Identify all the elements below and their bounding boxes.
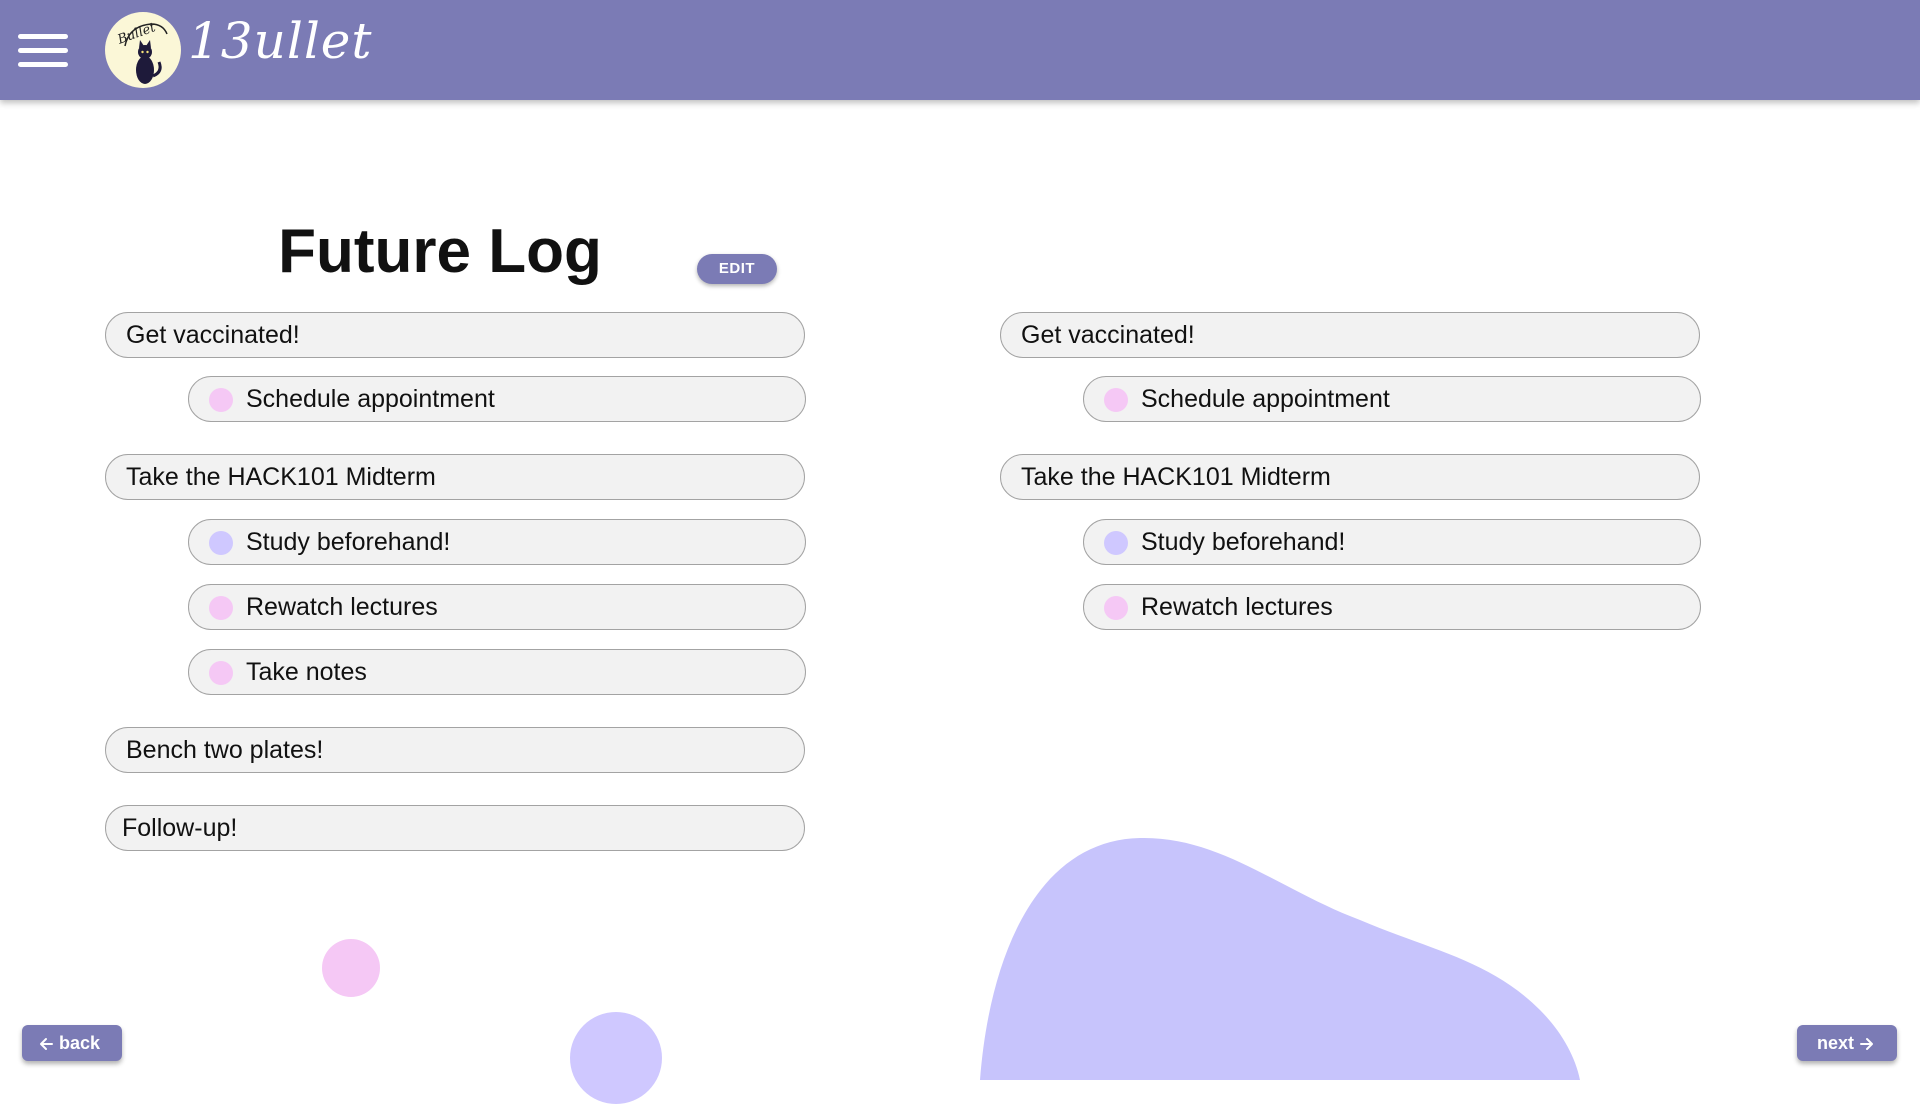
next-button[interactable]: next (1797, 1025, 1897, 1061)
bullet-dot-icon (1104, 531, 1128, 555)
task-item[interactable]: Follow-up! (105, 805, 805, 851)
subtask-item[interactable]: Rewatch lectures (188, 584, 806, 630)
back-label: back (59, 1033, 101, 1053)
subtask-item[interactable]: Rewatch lectures (1083, 584, 1701, 630)
edit-button[interactable]: EDIT (697, 254, 777, 284)
subtask-label: Schedule appointment (246, 385, 495, 413)
subtask-item[interactable]: Study beforehand! (1083, 519, 1701, 565)
page-title: Future Log (278, 217, 602, 286)
cat-logo-icon: Bullet (115, 20, 168, 84)
decorative-lavender-circle (570, 1012, 662, 1104)
subtask-label: Rewatch lectures (246, 593, 438, 621)
subtask-label: Schedule appointment (1141, 385, 1390, 413)
subtask-item[interactable]: Take notes (188, 649, 806, 695)
subtask-item[interactable]: Schedule appointment (1083, 376, 1701, 422)
brand-name: 13ullet (188, 12, 373, 70)
task-label: Follow-up! (122, 814, 238, 842)
arrow-left-icon (40, 1038, 53, 1051)
task-item[interactable]: Get vaccinated! (105, 312, 805, 358)
subtask-item[interactable]: Schedule appointment (188, 376, 806, 422)
subtask-label: Study beforehand! (246, 528, 451, 556)
subtask-label: Rewatch lectures (1141, 593, 1333, 621)
bullet-dot-icon (209, 661, 233, 685)
logo-icon[interactable]: Bullet (105, 12, 181, 88)
bullet-dot-icon (209, 531, 233, 555)
arrow-right-icon (1860, 1038, 1874, 1051)
task-label: Bench two plates! (126, 736, 324, 764)
bullet-dot-icon (1104, 388, 1128, 412)
task-label: Get vaccinated! (1021, 321, 1195, 349)
menu-icon[interactable] (18, 34, 68, 70)
subtask-label: Take notes (246, 658, 367, 686)
task-item[interactable]: Take the HACK101 Midterm (105, 454, 805, 500)
bullet-dot-icon (209, 388, 233, 412)
next-label: next (1817, 1033, 1855, 1053)
svg-text:Bullet: Bullet (115, 20, 159, 48)
subtask-label: Study beforehand! (1141, 528, 1346, 556)
back-button[interactable]: back (22, 1025, 122, 1061)
task-item[interactable]: Get vaccinated! (1000, 312, 1700, 358)
bullet-dot-icon (209, 596, 233, 620)
task-label: Take the HACK101 Midterm (126, 463, 436, 491)
app-header: Bullet 13ullet (0, 0, 1920, 100)
decorative-pink-circle (322, 939, 380, 997)
subtask-item[interactable]: Study beforehand! (188, 519, 806, 565)
task-label: Take the HACK101 Midterm (1021, 463, 1331, 491)
task-item[interactable]: Bench two plates! (105, 727, 805, 773)
task-item[interactable]: Take the HACK101 Midterm (1000, 454, 1700, 500)
task-label: Get vaccinated! (126, 321, 300, 349)
bullet-dot-icon (1104, 596, 1128, 620)
